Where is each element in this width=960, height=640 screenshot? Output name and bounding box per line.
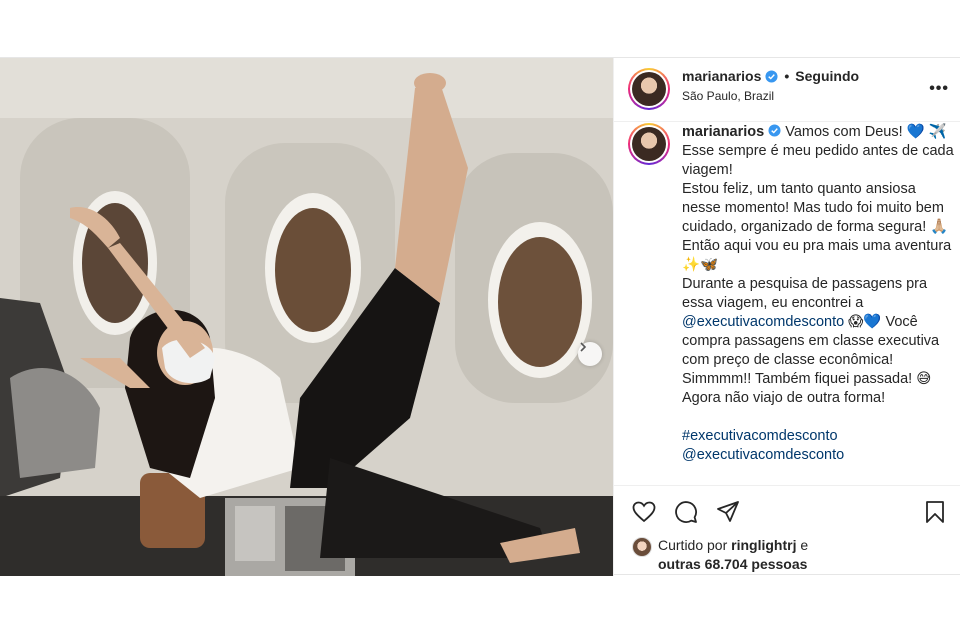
like-button[interactable] <box>630 498 658 526</box>
follow-status-button[interactable]: Seguindo <box>795 68 859 84</box>
mention-link[interactable]: @executivacomdesconto <box>682 314 844 330</box>
comment-icon <box>675 501 697 523</box>
caption-avatar[interactable] <box>628 123 670 165</box>
hashtag-link[interactable]: #executivacomdesconto <box>682 427 954 446</box>
separator-dot: • <box>784 68 790 84</box>
chevron-right-icon <box>580 342 587 352</box>
verified-badge-icon <box>765 69 778 83</box>
post-photo[interactable] <box>0 58 613 576</box>
caption-line-2: Esse sempre é meu pedido antes de cada v… <box>682 143 954 178</box>
instagram-post: marianarios • Seguindo São Paulo, Brazil… <box>0 57 960 576</box>
post-side-panel: marianarios • Seguindo São Paulo, Brazil… <box>613 58 960 576</box>
caption-area: marianarios Vamos com Deus! 💙 ✈️ Esse sem… <box>614 123 960 485</box>
mention-link-2[interactable]: @executivacomdesconto <box>682 446 954 465</box>
comment-button[interactable] <box>672 498 700 526</box>
liker-username[interactable]: ringlightrj <box>731 537 796 553</box>
more-options-icon[interactable]: ••• <box>929 80 949 98</box>
post-location[interactable]: São Paulo, Brazil <box>682 89 774 103</box>
post-header: marianarios • Seguindo São Paulo, Brazil… <box>614 58 960 122</box>
liker-avatar[interactable] <box>632 537 652 557</box>
liked-by-connector: e <box>800 537 809 553</box>
bookmark-icon <box>926 501 944 523</box>
caption-line-5: Simmmm!! Também fiquei passada! 😅 <box>682 371 932 387</box>
save-button[interactable] <box>921 498 949 526</box>
post-caption: marianarios Vamos com Deus! 💙 ✈️ Esse sem… <box>682 123 954 465</box>
share-button[interactable] <box>714 498 742 526</box>
next-image-button[interactable] <box>578 342 602 366</box>
post-actions: Curtido por ringlightrj e outras 68.704 … <box>614 485 960 576</box>
author-username[interactable]: marianarios <box>682 68 761 84</box>
caption-line-6: Agora não viajo de outra forma! <box>682 390 886 406</box>
photo-illustration <box>0 58 613 576</box>
paper-plane-icon <box>717 501 739 522</box>
caption-line-3: Estou feliz, um tanto quanto ansiosa nes… <box>682 181 952 273</box>
caption-username[interactable]: marianarios <box>682 124 764 140</box>
likes-summary: Curtido por ringlightrj e outras 68.704 … <box>632 536 808 574</box>
caption-line-4-pre: Durante a pesquisa de passagens pra essa… <box>682 276 928 311</box>
likes-count[interactable]: outras 68.704 pessoas <box>658 556 807 572</box>
heart-icon <box>632 501 656 523</box>
caption-line-1: Vamos com Deus! 💙 ✈️ <box>785 124 947 140</box>
author-avatar[interactable] <box>628 68 670 110</box>
liked-by-prefix: Curtido por <box>658 537 728 553</box>
verified-badge-icon <box>768 124 781 137</box>
